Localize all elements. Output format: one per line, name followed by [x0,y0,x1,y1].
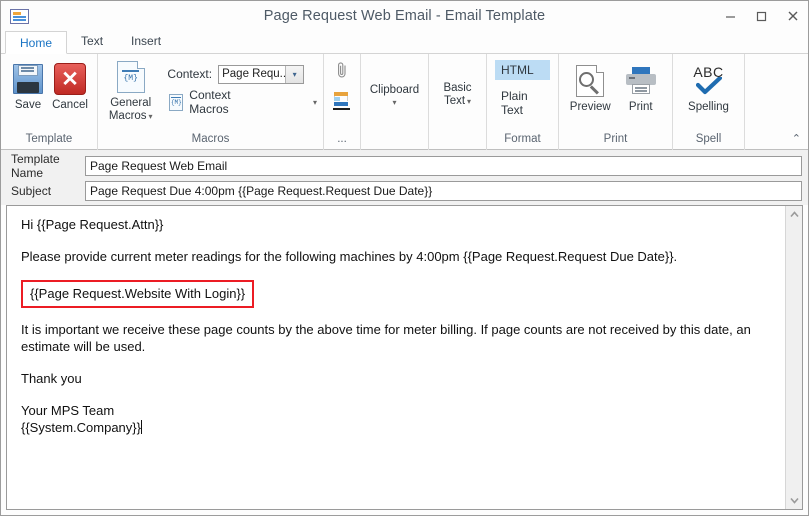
group-label-attachments: ... [337,133,347,145]
scroll-down-icon[interactable] [786,492,802,509]
print-label: Print [628,101,653,113]
context-select[interactable]: Page Requ... ▾ [218,64,305,84]
chevron-down-icon: ▾ [467,97,472,106]
macro-document-icon: {M} [116,60,145,94]
ribbon-group-format: HTML Plain Text Format [486,54,558,150]
subject-row: Subject Page Request Due 4:00pm {{Page R… [7,181,802,201]
ribbon-group-attachments: ... [323,54,360,150]
floppy-disk-icon [13,62,43,96]
ribbon-group-basic-text: Basic Text ▾ [428,54,486,150]
print-button[interactable]: Print [616,60,667,114]
paste-icon[interactable] [333,92,351,111]
editor-line-greeting: Hi {{Page Request.Attn}} [21,217,164,232]
format-option-html[interactable]: HTML [495,60,550,80]
abc-checkmark-icon: ABC [690,62,728,98]
collapse-ribbon-icon[interactable]: ⌃ [792,132,801,145]
format-option-plain-text[interactable]: Plain Text [495,86,550,120]
general-macros-button[interactable]: {M} General Macros ▾ [104,56,157,123]
ribbon-group-macros: {M} General Macros ▾ Context: Page Requ..… [97,54,323,150]
ribbon: Save ✕ Cancel Template {M} General Macro [1,54,808,150]
cancel-button[interactable]: ✕ Cancel [49,58,91,112]
close-icon[interactable] [777,1,808,31]
editor-line-thanks: Thank you [21,371,82,386]
group-label-macros: Macros [191,133,230,145]
group-label-spell: Spell [695,133,722,145]
spelling-button[interactable]: ABC Spelling [679,58,738,114]
tab-home[interactable]: Home [5,31,68,54]
clipboard-button[interactable]: Clipboard ▾ [367,80,422,107]
red-x-icon: ✕ [54,62,86,96]
template-name-row: Template Name Page Request Web Email [7,152,802,180]
ribbon-tabstrip: Home Text Insert [1,31,808,54]
maximize-icon[interactable] [746,1,777,31]
editor-vertical-scrollbar[interactable] [785,206,802,509]
preview-label: Preview [569,101,611,113]
context-label: Context: [167,67,213,81]
general-macros-label: General Macros [108,97,152,122]
group-label-format: Format [504,133,541,145]
subject-label: Subject [11,184,52,198]
email-template-window: Page Request Web Email - Email Template … [0,0,809,516]
window-title: Page Request Web Email - Email Template [263,8,546,24]
basic-text-button[interactable]: Basic Text ▾ [435,78,480,108]
chevron-down-icon: ▾ [148,112,153,121]
chevron-down-icon: ▾ [392,97,397,107]
spelling-label: Spelling [688,101,729,113]
window-controls [715,1,808,31]
editor-line-company: {{System.Company}} [21,420,142,435]
preview-button[interactable]: Preview [565,60,616,114]
chevron-down-icon: ▾ [312,97,317,107]
subject-input[interactable]: Page Request Due 4:00pm {{Page Request.R… [85,181,802,201]
editor-line-instruction: Please provide current meter readings fo… [21,249,678,264]
text-cursor [140,420,142,434]
save-button[interactable]: Save [7,58,49,112]
group-label-clipboard [361,132,428,150]
tab-text[interactable]: Text [67,30,117,53]
editor-line-important: It is important we receive these page co… [21,322,751,354]
tab-insert[interactable]: Insert [117,30,175,53]
email-body-editor-wrapper: Hi {{Page Request.Attn}} Please provide … [6,205,803,510]
ribbon-group-print: Preview Print Print [558,54,672,150]
clipboard-label: Clipboard [369,83,420,96]
email-template-icon [10,8,29,24]
highlighted-macro-box: {{Page Request.Website With Login}} [21,280,255,308]
ribbon-group-spell: ABC Spelling Spell [672,54,744,150]
scroll-up-icon[interactable] [786,206,802,223]
magnifier-page-icon [576,64,605,98]
minimize-icon[interactable] [715,1,746,31]
title-bar: Page Request Web Email - Email Template [1,1,808,31]
context-macros-button[interactable]: {M} Context Macros ▾ [163,88,317,116]
template-name-input[interactable]: Page Request Web Email [85,156,802,176]
context-row: Context: Page Requ... ▾ [163,62,317,86]
ribbon-group-template: Save ✕ Cancel Template [1,54,97,150]
context-select-value: Page Requ... [222,68,286,80]
email-body-editor[interactable]: Hi {{Page Request.Attn}} Please provide … [7,206,785,509]
context-macros-label: Context Macros [189,88,231,116]
macro-small-document-icon: {M} [169,93,184,111]
cancel-label: Cancel [52,99,88,111]
group-label-template: Template [25,133,73,145]
template-fields: Template Name Page Request Web Email Sub… [1,150,808,205]
group-label-basic-text [429,132,486,150]
chevron-down-icon: ▾ [285,65,304,83]
editor-line-signature: Your MPS Team [21,403,115,418]
ribbon-group-clipboard: Clipboard ▾ [360,54,428,150]
save-label: Save [14,99,42,111]
template-name-label: Template Name [11,152,60,180]
paperclip-icon[interactable] [335,60,349,83]
printer-icon [625,64,657,98]
group-label-print: Print [603,133,628,145]
